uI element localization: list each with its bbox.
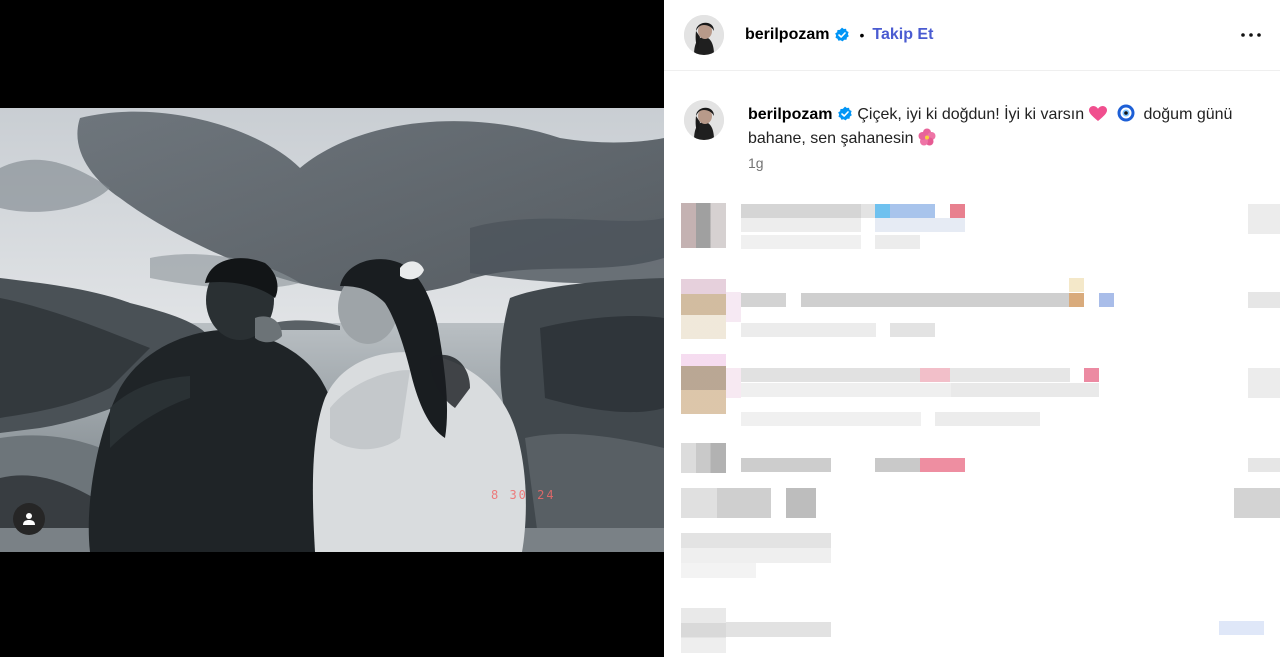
list-item [875,204,890,218]
caption-text-part1: Çiçek, iyi ki doğdun! İyi ki varsın [857,106,1085,123]
tagged-users-button[interactable] [13,503,45,535]
list-item [741,323,876,337]
avatar[interactable] [684,15,724,55]
list-item [741,412,921,426]
list-item [950,204,965,218]
like-icon[interactable] [1248,368,1280,398]
verified-badge-icon [835,27,850,42]
evil-eye-emoji [1117,104,1135,122]
list-item [951,383,1099,397]
list-item [1219,621,1264,635]
list-item [1084,368,1099,382]
hibiscus-emoji [918,128,936,146]
list-item [681,563,756,578]
list-item [741,218,861,232]
list-item [875,218,965,232]
header-separator: • [859,27,865,43]
list-item [1069,293,1084,307]
list-item [741,204,861,218]
list-item [741,235,861,249]
list-item [890,204,935,218]
post-photo [0,108,664,552]
list-item [681,488,771,518]
list-item [741,368,921,382]
photo-couple-by-sea [0,108,664,552]
list-item [741,458,831,472]
user-tag-icon [23,513,35,525]
like-icon[interactable] [1248,292,1280,308]
photo-date-stamp: 8 30 24 [491,488,556,502]
pink-heart-emoji [1088,106,1107,121]
avatar[interactable] [681,279,726,339]
list-item [726,368,741,398]
list-item [1069,278,1084,292]
caption-avatar[interactable] [684,100,724,140]
like-icon[interactable] [1248,458,1280,472]
list-item [920,368,950,382]
avatar[interactable] [681,203,726,248]
like-icon[interactable] [1248,204,1280,234]
list-item [801,293,1069,307]
verified-badge-icon [838,106,852,121]
list-item [875,458,920,472]
post-header: berilpozam • Takip Et [664,0,1280,71]
list-item [890,323,935,337]
caption-body: berilpozam Çiçek, iyi ki doğdun! İyi ki … [748,103,1268,151]
caption-username[interactable]: berilpozam [748,106,832,123]
follow-button[interactable]: Takip Et [872,26,933,44]
post-media-pane: 8 30 24 [0,0,664,657]
more-options-button[interactable] [1236,23,1266,47]
avatar[interactable] [681,443,726,473]
instagram-post-view: 8 30 24 berilpozam • Takip Et berilpozam… [0,0,1280,657]
list-item [950,368,1070,382]
post-details-panel: berilpozam • Takip Et berilpozam Çiçek, … [664,0,1280,657]
list-item [1099,293,1114,307]
list-item [920,458,965,472]
caption-timestamp: 1g [748,155,764,171]
list-item [726,622,831,637]
list-item [741,293,786,307]
more-options-icon [1241,33,1261,37]
list-item [786,488,816,518]
comments-list-pixelated [664,188,1280,657]
list-item [875,235,920,249]
header-username[interactable]: berilpozam [745,26,829,44]
list-item [681,533,831,563]
list-item [726,292,741,322]
list-item [1234,488,1280,518]
avatar[interactable] [681,354,726,414]
list-item [741,383,951,397]
list-item [935,412,1040,426]
avatar[interactable] [681,608,726,653]
list-item [861,204,876,218]
